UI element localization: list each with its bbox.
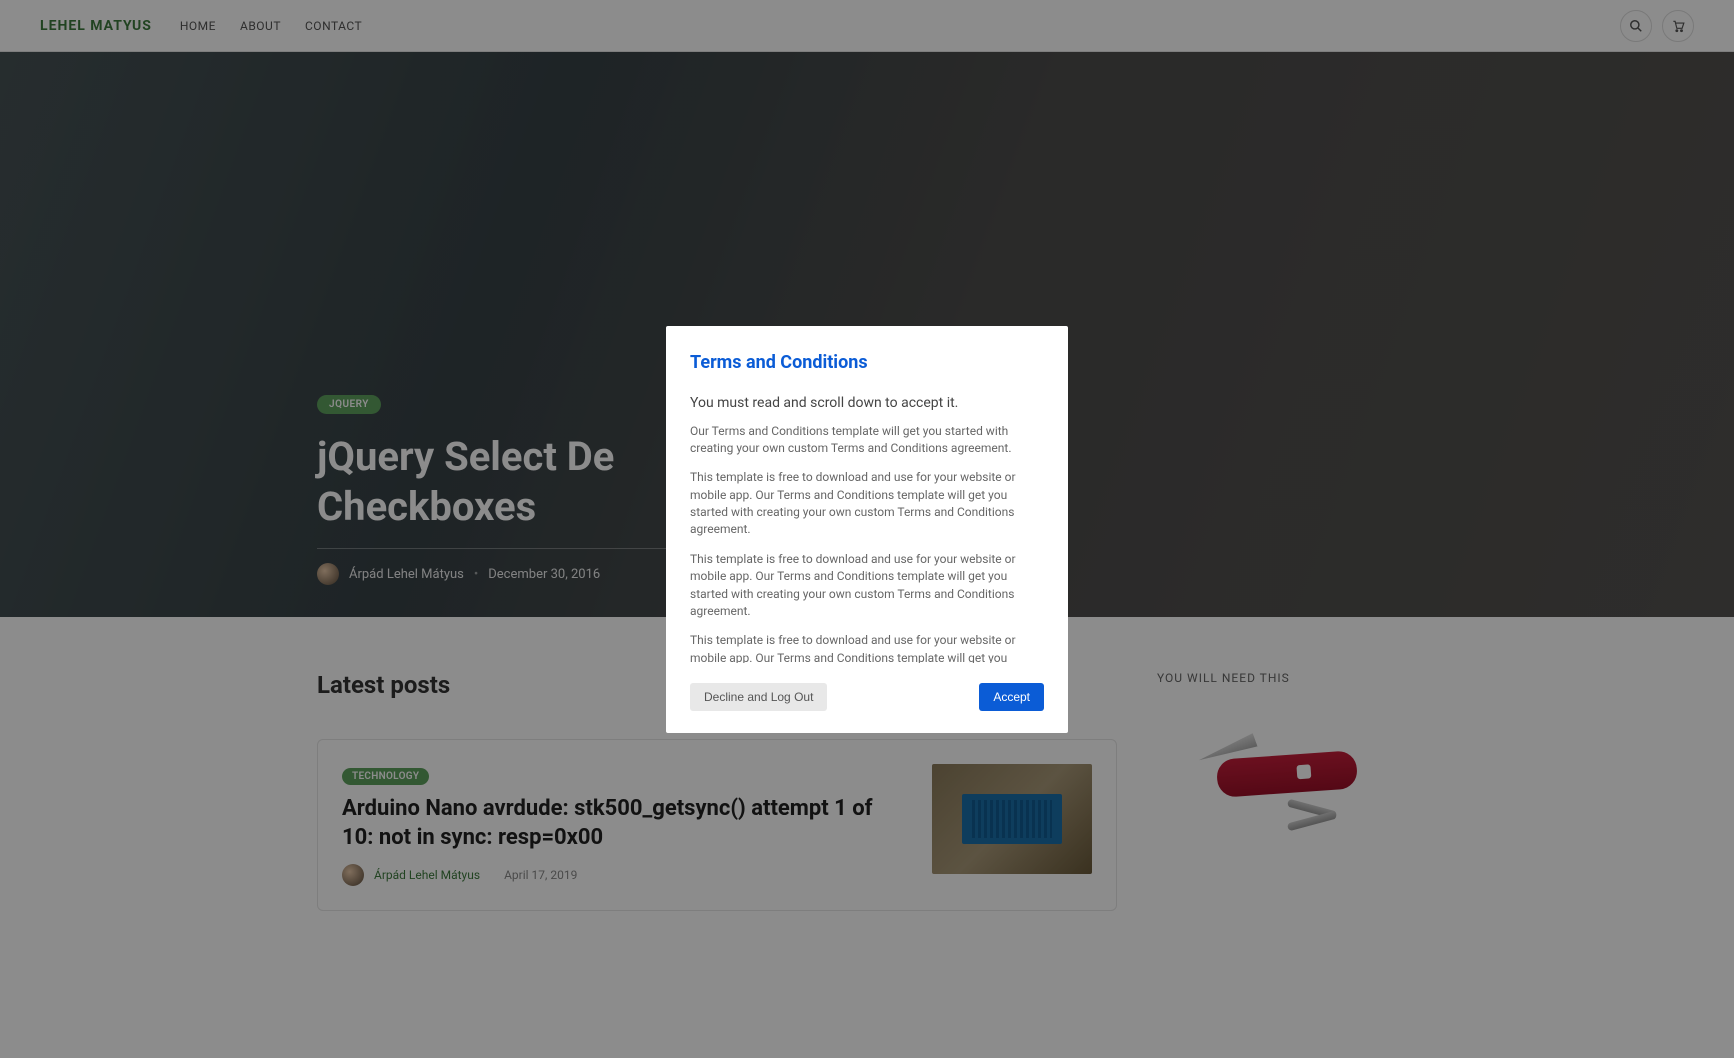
terms-paragraph: This template is free to download and us… <box>690 632 1040 662</box>
terms-paragraph: This template is free to download and us… <box>690 469 1040 539</box>
modal-title: Terms and Conditions <box>690 352 1044 373</box>
modal-scroll-area[interactable]: Our Terms and Conditions template will g… <box>690 423 1044 663</box>
modal-footer: Decline and Log Out Accept <box>690 683 1044 711</box>
modal-subtitle: You must read and scroll down to accept … <box>690 395 1044 411</box>
terms-paragraph: Our Terms and Conditions template will g… <box>690 423 1040 458</box>
modal-overlay[interactable]: Terms and Conditions You must read and s… <box>0 0 1734 1058</box>
terms-paragraph: This template is free to download and us… <box>690 551 1040 621</box>
accept-button[interactable]: Accept <box>979 683 1044 711</box>
decline-button[interactable]: Decline and Log Out <box>690 683 827 711</box>
terms-modal: Terms and Conditions You must read and s… <box>666 326 1068 733</box>
